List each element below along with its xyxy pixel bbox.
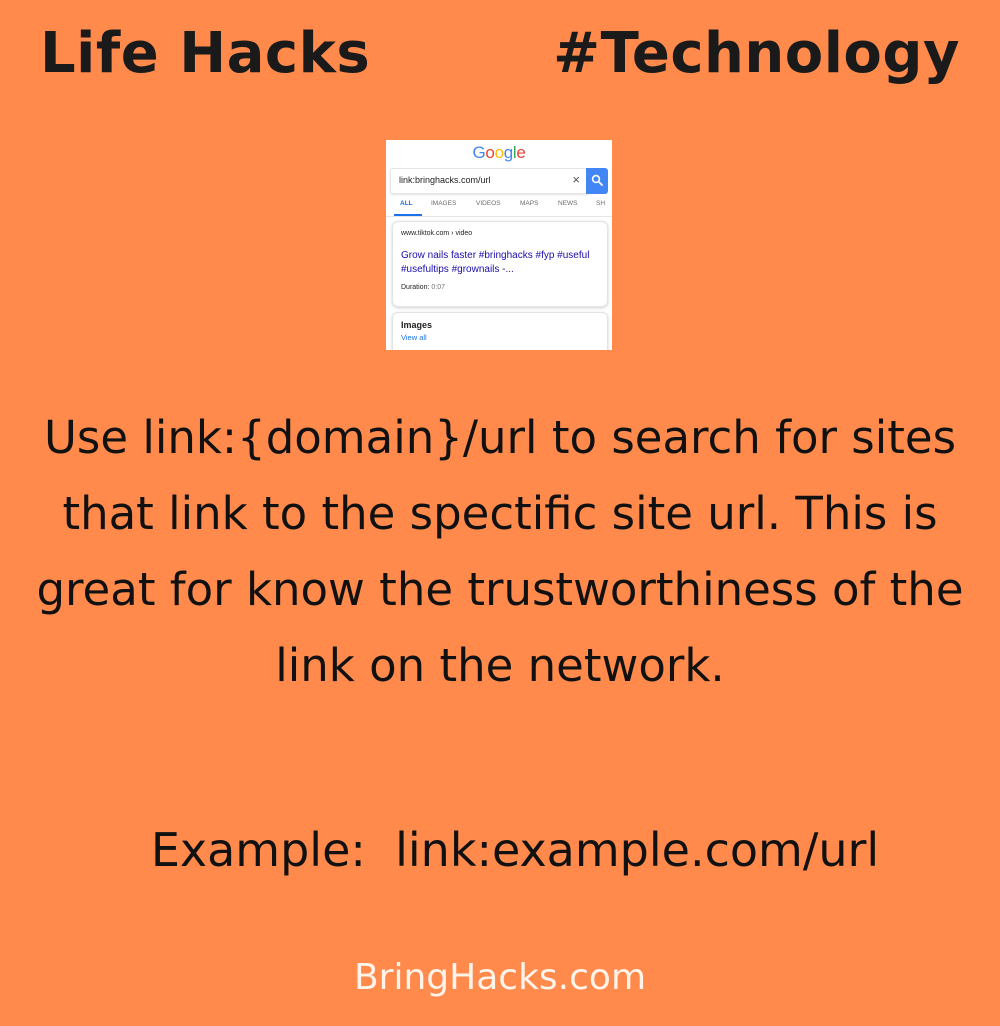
duration-label: Duration: [401, 284, 430, 291]
google-logo: Google [386, 143, 612, 163]
search-input: link:bringhacks.com/url × [390, 168, 588, 194]
tab-news: NEWS [558, 200, 578, 207]
images-section-title: Images [401, 320, 433, 330]
logo-letter: G [472, 143, 486, 162]
tab-videos: VIDEOS [476, 200, 501, 207]
active-tab-indicator [394, 214, 422, 216]
search-query-text: link:bringhacks.com/url [399, 175, 491, 185]
example-text: Example: link:example.com/url [150, 823, 880, 877]
logo-letter: o [494, 143, 504, 162]
hack-description: Use link:{domain}/url to search for site… [36, 411, 964, 692]
site-footer: BringHacks.com [353, 957, 647, 998]
result-title-link: Grow nails faster #bringhacks #fyp #usef… [401, 250, 590, 275]
logo-letter: o [485, 143, 495, 162]
tab-maps: MAPS [520, 200, 539, 207]
view-all-link: View all [401, 333, 427, 342]
logo-letter: g [503, 143, 513, 162]
duration-value: 0:07 [431, 284, 445, 291]
tab-images: IMAGES [431, 200, 457, 207]
search-tabs: ALL IMAGES VIDEOS MAPS NEWS SH [386, 198, 612, 217]
result-duration: Duration: 0:07 [401, 284, 445, 291]
google-search-screenshot: Google link:bringhacks.com/url × ALL IMA… [386, 140, 612, 350]
technology-hashtag: #Technology [553, 21, 960, 86]
result-url: www.tiktok.com › video [401, 230, 473, 237]
close-icon: × [572, 172, 580, 187]
logo-letter: e [516, 143, 526, 162]
images-section-card: Images View all [392, 312, 608, 350]
tab-all: ALL [400, 200, 413, 207]
life-hacks-title: Life Hacks [40, 21, 371, 86]
search-result-card: www.tiktok.com › video Grow nails faster… [392, 221, 608, 307]
search-icon [591, 174, 603, 186]
tab-shopping: SH [596, 200, 606, 207]
search-button [586, 168, 608, 194]
